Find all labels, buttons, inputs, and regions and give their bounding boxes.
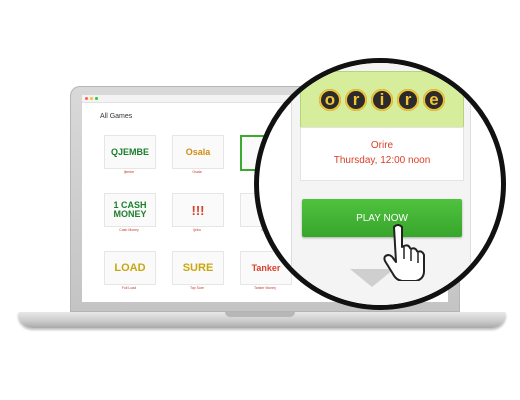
game-name: Tanker Money (254, 286, 276, 290)
hand-cursor-icon (383, 224, 425, 281)
game-card[interactable]: 1 CASH MONEY Cash Money (100, 189, 158, 245)
game-card[interactable]: !!! Ijebu (168, 189, 226, 245)
game-logo[interactable]: QJEMBE (104, 135, 156, 169)
logo-letter: r (397, 89, 419, 111)
game-card[interactable]: Osala Osala (168, 131, 226, 187)
minimize-dot-icon[interactable] (90, 97, 93, 100)
logo-letter: r (345, 89, 367, 111)
zoom-circle: o r i r e Orire Thursday, 12:00 noon PLA… (254, 58, 506, 310)
laptop-notch (225, 312, 295, 317)
logo-letter: i (371, 89, 393, 111)
game-name: Full Load (121, 286, 137, 290)
game-name: Ijebu (193, 228, 201, 232)
game-name: Cash Money (119, 228, 139, 232)
maximize-dot-icon[interactable] (95, 97, 98, 100)
game-logo[interactable]: Osala (172, 135, 224, 169)
close-dot-icon[interactable] (85, 97, 88, 100)
game-info: Orire Thursday, 12:00 noon (300, 127, 464, 181)
game-logo[interactable]: LOAD (104, 251, 156, 285)
game-name: Top Sure (189, 286, 204, 290)
game-name: Osala (192, 170, 202, 174)
game-card[interactable]: SURE Top Sure (168, 247, 226, 302)
game-logo[interactable]: SURE (172, 251, 224, 285)
zoom-panel: o r i r e Orire Thursday, 12:00 noon PLA… (291, 63, 471, 305)
logo-letter: e (423, 89, 445, 111)
game-title: Orire (370, 140, 394, 151)
game-logo[interactable]: !!! (172, 193, 224, 227)
section-title: All Games (100, 113, 133, 120)
game-card[interactable]: QJEMBE Ijembe (100, 131, 158, 187)
orire-logo[interactable]: o r i r e (300, 71, 464, 129)
game-logo[interactable]: 1 CASH MONEY (104, 193, 156, 227)
game-time: Thursday, 12:00 noon (333, 155, 431, 166)
game-card[interactable]: LOAD Full Load (100, 247, 158, 302)
game-name: Ijembe (123, 170, 135, 174)
logo-letter: o (319, 89, 341, 111)
